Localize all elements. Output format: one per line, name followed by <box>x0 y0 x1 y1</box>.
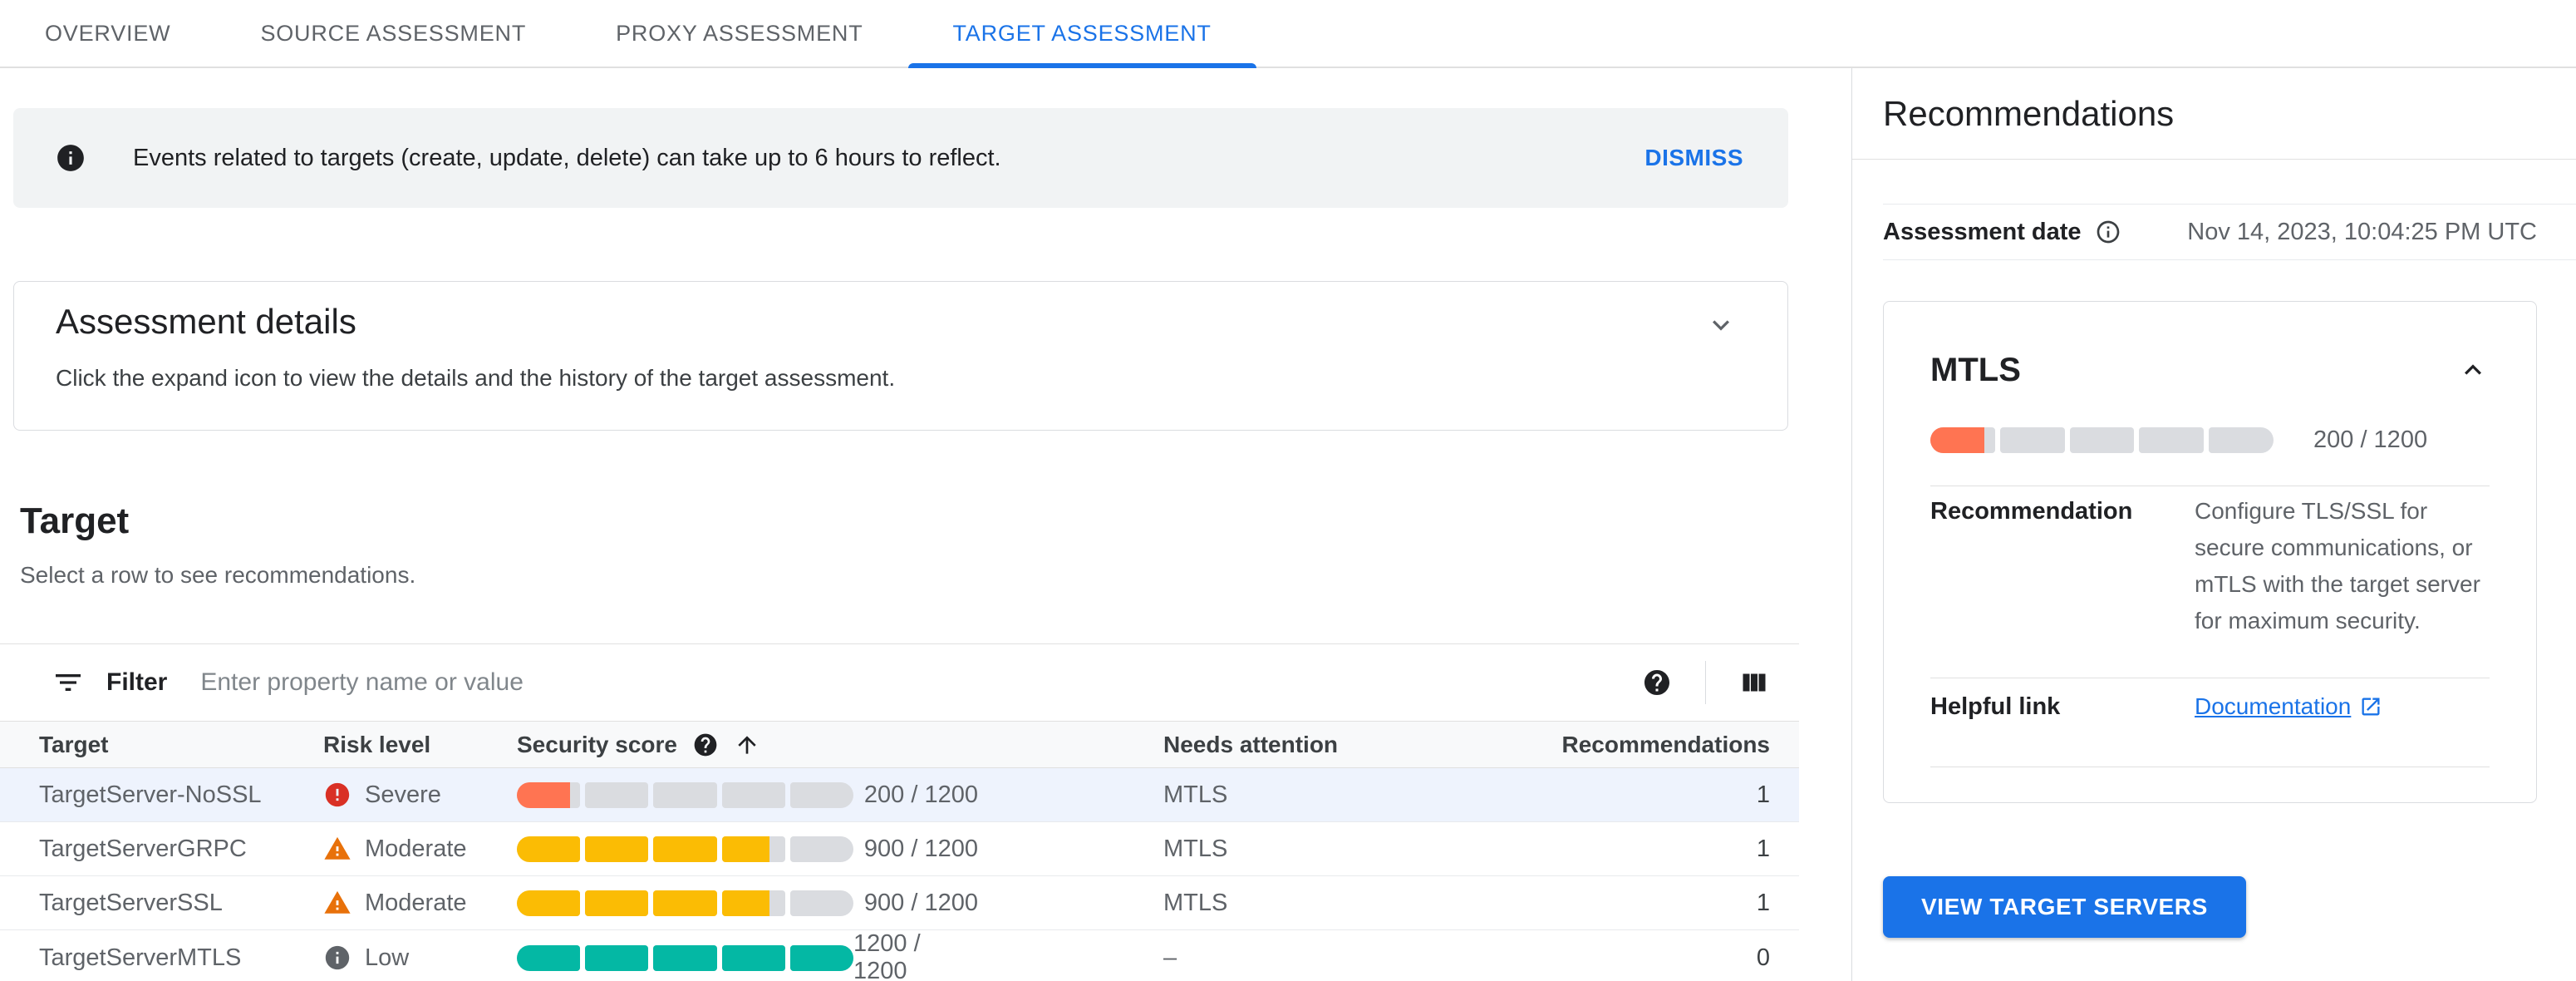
mtls-recommendation-card: MTLS 200 / 1200 Recommendation Configure… <box>1883 301 2537 803</box>
chevron-up-icon[interactable] <box>2456 353 2490 387</box>
risk-level-cell: Moderate <box>323 876 517 929</box>
assessment-details-title: Assessment details <box>56 302 356 341</box>
needs-attention-cell: MTLS <box>1163 889 1228 916</box>
filter-input[interactable] <box>200 668 1642 697</box>
tab-overview[interactable]: OVERVIEW <box>0 0 215 67</box>
moderate-warning-icon <box>324 890 351 914</box>
col-needs-attention: Needs attention <box>1163 731 1339 757</box>
score-value-cell: 200 / 1200 <box>863 781 978 808</box>
table-body: TargetServer-NoSSL Severe 200 / 1200 MTL… <box>0 768 1799 981</box>
main-content: Events related to targets (create, updat… <box>0 68 1851 981</box>
col-target: Target <box>39 731 109 757</box>
divider <box>1852 159 2576 160</box>
target-name-cell: TargetServer-NoSSL <box>39 781 262 808</box>
info-outline-icon[interactable] <box>2095 219 2121 245</box>
risk-level-cell: Severe <box>323 768 517 821</box>
target-name-cell: TargetServerSSL <box>39 889 223 916</box>
sort-ascending-icon[interactable] <box>734 732 760 758</box>
target-table: Filter Target Risk level Security score <box>0 643 1799 981</box>
col-score-value <box>853 722 978 767</box>
security-score-bar-cell <box>517 822 854 875</box>
table-row[interactable]: TargetServerMTLS Low 1200 / 1200 – 0 <box>0 930 1799 981</box>
info-banner: Events related to targets (create, updat… <box>13 108 1788 208</box>
recommendations-panel: Recommendations Assessment date Nov 14, … <box>1851 68 2576 981</box>
security-score-bar-cell <box>517 876 854 929</box>
documentation-link-text: Documentation <box>2195 693 2352 719</box>
needs-attention-cell: – <box>1163 944 1177 971</box>
target-assessment-page: OVERVIEW SOURCE ASSESSMENT PROXY ASSESSM… <box>0 0 2576 981</box>
security-score-label: Security score <box>517 731 677 757</box>
recommendations-count-cell: 0 <box>1756 944 1770 971</box>
dismiss-button[interactable]: DISMISS <box>1644 145 1743 171</box>
moderate-warning-icon <box>324 836 351 860</box>
risk-level-cell: Moderate <box>323 822 517 875</box>
low-info-icon <box>325 945 350 970</box>
needs-attention-cell: MTLS <box>1163 781 1228 808</box>
panel-title: Recommendations <box>1883 94 2175 133</box>
chevron-down-icon[interactable] <box>1704 308 1738 342</box>
assessment-date-value: Nov 14, 2023, 10:04:25 PM UTC <box>2187 218 2537 245</box>
recommendation-label: Recommendation <box>1930 498 2133 525</box>
security-score-bar-cell <box>517 930 854 981</box>
col-risk-level: Risk level <box>323 731 431 757</box>
target-section-title: Target <box>20 500 130 541</box>
assessment-details-card: Assessment details Click the expand icon… <box>13 281 1788 431</box>
filter-label: Filter <box>106 668 168 696</box>
helpful-link-label: Helpful link <box>1930 693 2061 720</box>
needs-attention-cell: MTLS <box>1163 835 1228 862</box>
recommendation-text: Configure TLS/SSL for secure communicati… <box>2195 498 2480 633</box>
recommendations-count-cell: 1 <box>1756 835 1770 862</box>
score-value-cell: 1200 / 1200 <box>853 930 921 981</box>
filter-bar: Filter <box>0 643 1799 721</box>
help-icon[interactable] <box>692 732 719 758</box>
info-icon <box>57 145 84 171</box>
tab-proxy-assessment[interactable]: PROXY ASSESSMENT <box>571 0 907 67</box>
risk-level-cell: Low <box>323 930 517 981</box>
open-in-new-icon <box>2362 698 2380 716</box>
recommendations-count-cell: 1 <box>1756 781 1770 808</box>
col-recommendations: Recommendations <box>1561 731 1771 757</box>
divider <box>1705 661 1706 704</box>
table-row[interactable]: TargetServerSSL Moderate 900 / 1200 MTLS… <box>0 876 1799 930</box>
banner-message: Events related to targets (create, updat… <box>133 144 1001 171</box>
view-target-servers-button[interactable]: VIEW TARGET SERVERS <box>1883 876 2246 938</box>
assessment-details-subtitle: Click the expand icon to view the detail… <box>56 365 896 391</box>
documentation-link[interactable]: Documentation <box>2195 693 2382 720</box>
score-value-cell: 900 / 1200 <box>863 835 978 862</box>
assessment-tabs: OVERVIEW SOURCE ASSESSMENT PROXY ASSESSM… <box>0 0 2576 68</box>
filter-icon <box>56 674 81 691</box>
table-row[interactable]: TargetServerGRPC Moderate 900 / 1200 MTL… <box>0 822 1799 876</box>
score-value-cell: 900 / 1200 <box>863 889 978 916</box>
assessment-date-label: Assessment date <box>1883 218 2082 245</box>
target-name-cell: TargetServerMTLS <box>39 944 242 971</box>
target-section-subtitle: Select a row to see recommendations. <box>20 562 416 588</box>
recommendations-count-cell: 1 <box>1756 889 1770 916</box>
tab-target-assessment[interactable]: TARGET ASSESSMENT <box>907 0 1256 68</box>
mtls-card-title: MTLS <box>1930 352 2021 388</box>
security-score-bar-cell <box>517 768 854 821</box>
target-name-cell: TargetServerGRPC <box>39 835 247 862</box>
help-icon[interactable] <box>1642 668 1672 698</box>
mtls-score-bar <box>1930 427 2274 453</box>
col-security-score: Security score <box>517 722 853 767</box>
column-options-icon[interactable] <box>1739 668 1769 698</box>
assessment-date-row: Assessment date Nov 14, 2023, 10:04:25 P… <box>1883 204 2576 260</box>
severe-error-icon <box>325 782 350 807</box>
tab-source-assessment[interactable]: SOURCE ASSESSMENT <box>215 0 571 67</box>
table-row[interactable]: TargetServer-NoSSL Severe 200 / 1200 MTL… <box>0 768 1799 822</box>
table-header: Target Risk level Security score Needs a… <box>0 721 1799 768</box>
mtls-score-label: 200 / 1200 <box>2313 426 2428 453</box>
